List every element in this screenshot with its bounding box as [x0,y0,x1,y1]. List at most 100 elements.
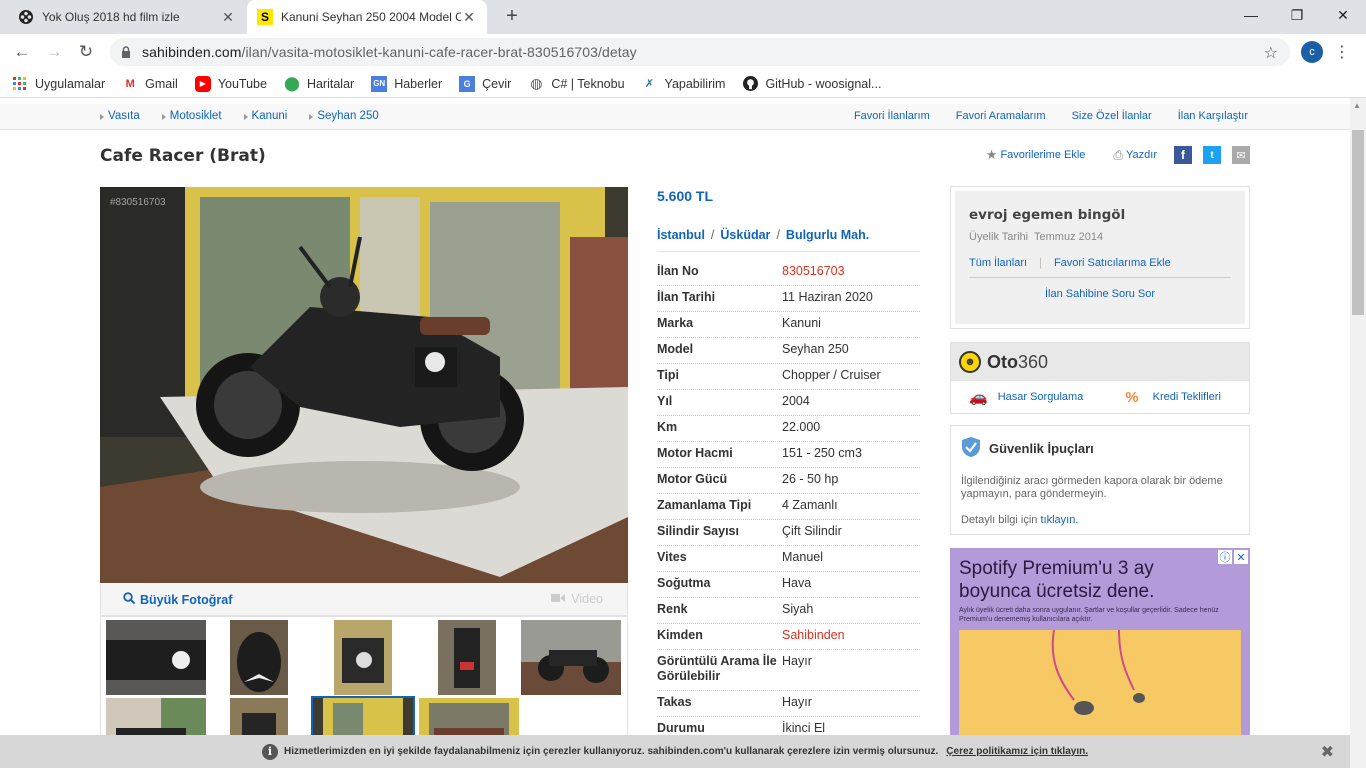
email-share-icon[interactable]: ✉ [1232,146,1250,164]
tab-title: Kanuni Seyhan 250 2004 Model Cafe Racer [281,10,461,24]
detail-row: Motor Hacmi 151 - 250 cm3 [657,442,920,468]
breadcrumb-bar: Vasıta Motosiklet Kanuni Seyhan 250 Favo… [0,104,1350,130]
bookmark-news[interactable]: GN Haberler [371,75,442,92]
thumbnail[interactable] [106,620,206,695]
url-bar[interactable]: sahibinden.com/ilan/vasita-motosiklet-ka… [110,38,1290,66]
bookmark-github[interactable]: GitHub - woosignal... [742,76,881,92]
detail-value: Hava [782,576,812,590]
forward-icon[interactable]: → [38,42,70,62]
seller-name: evroj egemen bingöl [969,207,1126,223]
ask-seller-link[interactable]: İlan Sahibine Soru Sor [969,288,1231,300]
location-city[interactable]: İstanbul [657,228,705,242]
facebook-share-icon[interactable]: f [1174,146,1192,164]
advertisement[interactable]: Spotify Premium'u 3 ay boyunca ücretsiz … [950,548,1250,748]
scroll-up-arrow-icon[interactable]: ▲ [1353,101,1361,110]
favorite-seller-link[interactable]: Favori Satıcılarıma Ekle [1054,257,1171,269]
profile-avatar[interactable]: c [1301,41,1323,63]
security-more-link[interactable]: tıklayın. [1040,514,1078,526]
bookmark-yapabilirim[interactable]: ✗ Yapabilirim [642,76,726,92]
reload-icon[interactable]: ↻ [70,42,102,62]
new-tab-button[interactable]: + [500,5,524,28]
favorite-searches-link[interactable]: Favori Aramalarım [956,110,1046,122]
main-photo[interactable]: #830516703 [100,187,628,583]
star-icon: ★ [985,147,998,162]
listing-price: 5.600 TL [657,188,714,204]
oto360-box: ☻ Oto 360 🚗 Hasar Sorgulama % Kredi Teklifle… [950,342,1250,414]
security-more: Detaylı bilgi için tıklayın. [961,514,1079,526]
detail-label: Görüntülü Arama İle Görülebilir [657,654,777,683]
photo-actions: Büyük Fotoğraf Video [100,583,628,616]
sahibinden-favicon: S [257,9,273,25]
ad-image [959,629,1241,748]
minimize-button[interactable]: — [1228,0,1274,30]
scrollbar-thumb[interactable] [1352,130,1364,315]
ad-info-icon[interactable]: ⓘ [1218,550,1232,564]
info-icon: i [262,743,278,760]
detail-row: Yıl 2004 [657,390,920,416]
detail-value: Hayır [782,654,812,668]
all-listings-link[interactable]: Tüm İlanları [969,257,1027,269]
close-window-button[interactable]: ✕ [1320,0,1366,30]
browser-menu-icon[interactable]: ⋮ [1334,42,1350,62]
title-actions: ★ Favorilerime Ekle ⎙ Yazdır f t ✉ [986,146,1250,164]
favorite-listings-link[interactable]: Favori İlanlarım [854,110,930,122]
bookmark-star-icon[interactable]: ☆ [1264,43,1278,63]
big-photo-button[interactable]: Büyük Fotoğraf [123,592,232,607]
detail-value: Siyah [782,602,814,616]
magnifier-icon [123,592,136,607]
bookmark-apps[interactable]: Uygulamalar [12,76,105,92]
detail-row: Kimden Sahibinden [657,624,920,650]
detail-value: Çift Silindir [782,524,842,538]
thumbnail[interactable] [230,620,288,695]
damage-query-link[interactable]: 🚗 Hasar Sorgulama [969,388,1083,406]
security-tips-header: Güvenlik İpuçları [961,436,1239,461]
thumbnail[interactable] [521,620,621,695]
github-icon [742,76,758,92]
detail-value: Seyhan 250 [782,342,849,356]
add-favorite-button[interactable]: ★ Favorilerime Ekle [986,147,1086,163]
oto360-header: ☻ Oto 360 [951,343,1249,381]
detail-row: Model Seyhan 250 [657,338,920,364]
bookmark-youtube[interactable]: ▶ YouTube [194,75,267,92]
back-icon[interactable]: ← [6,42,38,62]
detail-label: Yıl [657,394,673,408]
tab-sahibinden[interactable]: S Kanuni Seyhan 250 2004 Model Cafe Race… [247,0,487,34]
bookmark-gmail[interactable]: M Gmail [122,76,178,92]
ad-close-icon[interactable]: ✕ [1234,550,1248,564]
bookmarks-bar: Uygulamalar M Gmail ▶ YouTube ⬤ Haritalar G… [0,70,1366,98]
breadcrumb-seyhan[interactable]: Seyhan 250 [309,110,379,122]
yapabilirim-icon: ✗ [644,78,655,90]
youtube-icon: ▶ [194,75,211,92]
thumbnail[interactable] [334,620,392,695]
bookmark-translate[interactable]: G Çevir [459,75,511,92]
ad-fineprint: Aylık üyelik ücreti daha sonra uygulanır… [959,607,1219,623]
print-button[interactable]: ⎙ Yazdır [1113,148,1157,163]
maximize-button[interactable]: ❐ [1274,0,1320,30]
credit-offers-link[interactable]: % Kredi Teklifleri [1125,389,1221,406]
location-neighborhood[interactable]: Bulgurlu Mah. [786,228,869,242]
breadcrumb-kanuni[interactable]: Kanuni [243,110,287,122]
detail-row: Vites Manuel [657,546,920,572]
thumbnail[interactable] [438,620,496,695]
globe-icon: ◍ [530,75,543,91]
listing-title-row: Cafe Racer (Brat) ★ Favorilerime Ekle ⎙ Ya… [100,146,1250,176]
translate-icon: G [459,75,476,92]
bookmark-maps[interactable]: ⬤ Haritalar [284,75,354,92]
address-toolbar: ← → ↻ sahibinden.com/ilan/vasita-motosik… [0,34,1366,70]
video-button[interactable]: Video [551,592,603,606]
breadcrumb-vasita[interactable]: Vasıta [100,110,140,122]
close-icon[interactable]: ✕ [220,9,236,26]
close-icon[interactable]: ✕ [461,9,477,26]
detail-row: İlan No 830516703 [657,260,920,286]
breadcrumb-motosiklet[interactable]: Motosiklet [161,110,222,122]
twitter-share-icon[interactable]: t [1203,146,1221,164]
tab-yok-olus[interactable]: Yok Oluş 2018 hd film izle ✕ [8,0,246,34]
bookmark-teknobu[interactable]: ◍ C# | Teknobu [528,75,624,92]
compare-listings-link[interactable]: İlan Karşılaştır [1178,110,1248,122]
detail-row: Zamanlama Tipi 4 Zamanlı [657,494,920,520]
cookie-policy-link[interactable]: Çerez politikamız için tıklayın. [946,746,1088,757]
cookie-close-icon[interactable]: ✖ [1321,742,1334,762]
location-district[interactable]: Üsküdar [720,228,770,242]
special-listings-link[interactable]: Size Özel İlanlar [1072,110,1152,122]
detail-label: Km [657,420,678,434]
